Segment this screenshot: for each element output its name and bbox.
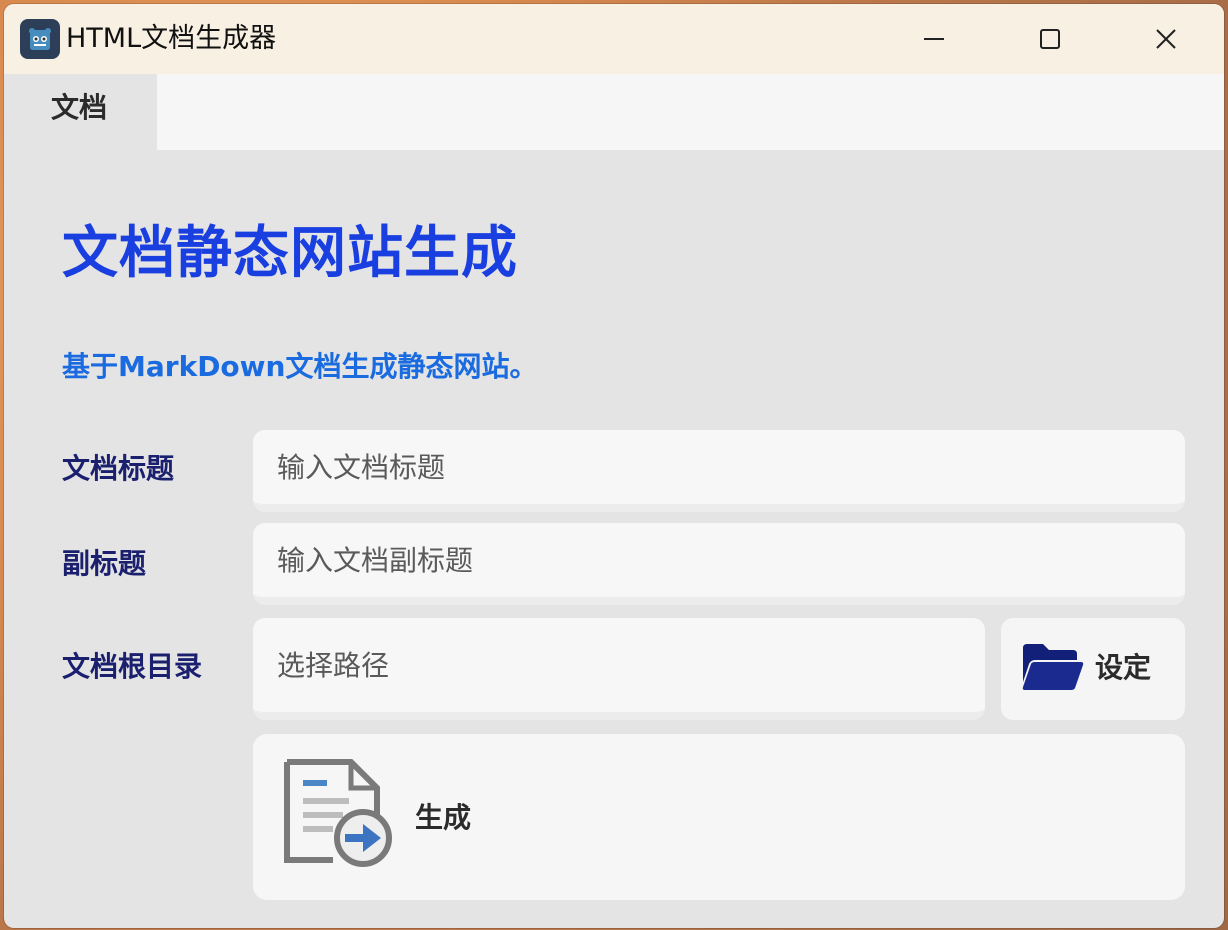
generate-label: 生成 [415, 801, 472, 834]
tab-label: 文档 [51, 91, 108, 124]
root-path-input[interactable] [253, 618, 985, 720]
tab-document[interactable]: 文档 [4, 74, 157, 150]
minimize-icon [924, 38, 944, 40]
generate-button[interactable]: 生成 [253, 734, 1185, 900]
maximize-icon [1040, 29, 1060, 49]
folder-icon [1022, 644, 1084, 690]
title-field-label: 文档标题 [62, 452, 175, 485]
root-field-label: 文档根目录 [62, 650, 203, 683]
close-button[interactable] [1108, 4, 1224, 74]
subtitle-field-label: 副标题 [62, 547, 147, 580]
document-export-icon [284, 759, 392, 867]
close-icon [1156, 29, 1176, 49]
page-title: 文档静态网站生成 [62, 221, 518, 286]
title-input[interactable] [253, 430, 1185, 512]
page-subtitle: 基于MarkDown文档生成静态网站。 [62, 350, 538, 383]
set-path-button[interactable]: 设定 [1001, 618, 1185, 720]
app-window: HTML文档生成器 文档 文档静态网站生成 基于MarkDown文档生成静态网站… [4, 4, 1224, 928]
tab-bar: 文档 [4, 74, 1224, 150]
godot-app-icon [20, 19, 60, 59]
set-path-label: 设定 [1095, 651, 1152, 684]
window-title: HTML文档生成器 [66, 23, 277, 54]
maximize-button[interactable] [992, 4, 1108, 74]
subtitle-input[interactable] [253, 523, 1185, 605]
title-bar[interactable]: HTML文档生成器 [4, 4, 1224, 74]
minimize-button[interactable] [876, 4, 992, 74]
